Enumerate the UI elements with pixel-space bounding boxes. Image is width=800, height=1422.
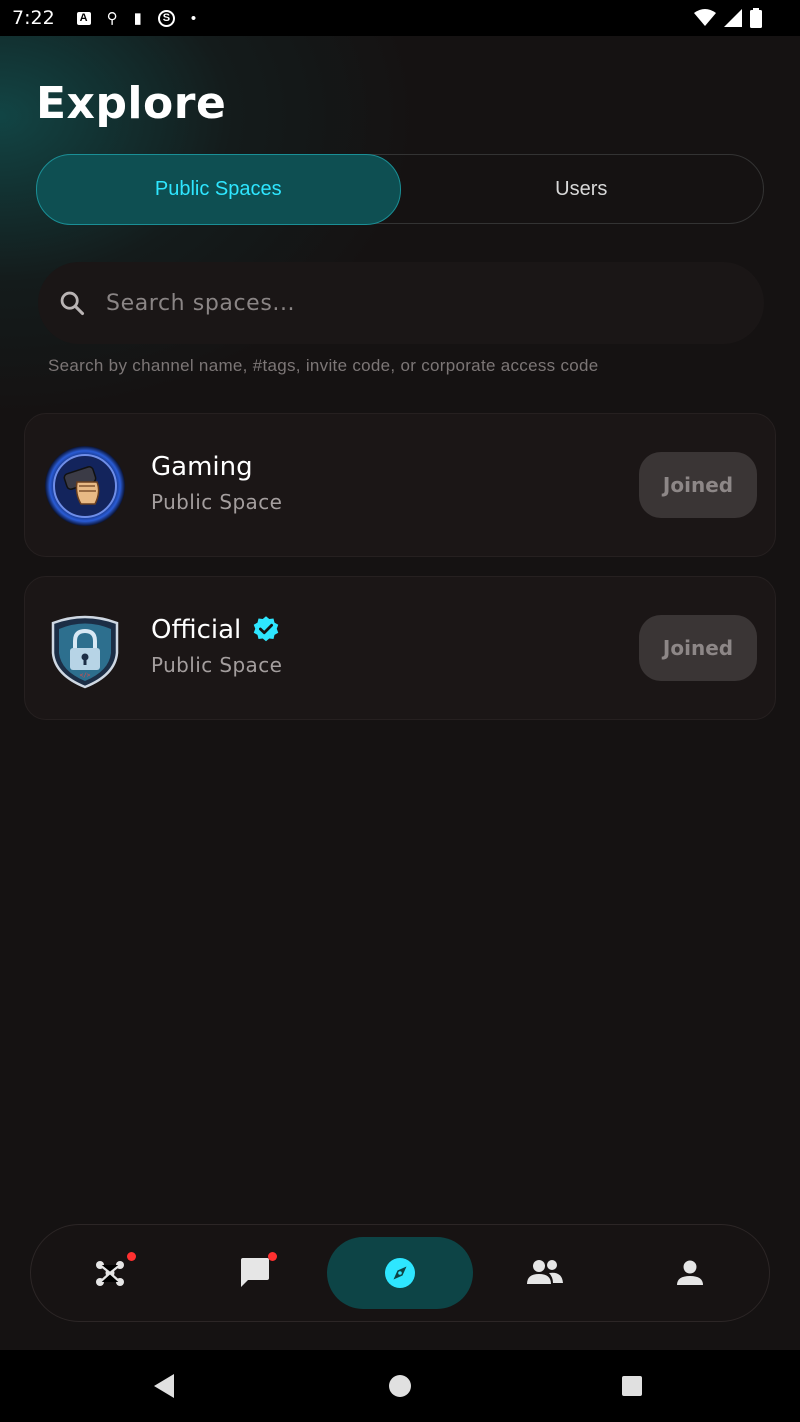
network-badge — [127, 1252, 136, 1261]
back-icon[interactable] — [152, 1372, 176, 1400]
search-icon — [60, 291, 85, 316]
joined-button[interactable]: Joined — [639, 615, 757, 681]
svg-text:</>: </> — [80, 672, 91, 679]
status-bar: 7:22 A ⚲ ▮ S • — [0, 0, 800, 36]
recents-icon[interactable] — [621, 1375, 643, 1397]
page-title: Explore — [36, 78, 227, 129]
explore-screen: Explore Public Spaces Users Search by ch… — [0, 36, 800, 1350]
location-icon: ⚲ — [106, 9, 118, 27]
s-app-icon: S — [157, 9, 175, 27]
space-type: Public Space — [151, 490, 283, 514]
sd-card-icon: ▮ — [133, 9, 142, 27]
joined-button[interactable]: Joined — [639, 452, 757, 518]
search-hint: Search by channel name, #tags, invite co… — [48, 356, 599, 375]
brett-tech-lock-shield-icon: </> — [51, 615, 119, 689]
space-name-text: Official — [151, 615, 242, 645]
explore-tabs: Public Spaces Users — [35, 153, 764, 225]
nav-network[interactable] — [37, 1237, 183, 1309]
group-icon — [527, 1260, 563, 1284]
gaming-fist-controller-icon — [45, 446, 125, 526]
space-name: Official — [151, 615, 281, 645]
signal-icon — [724, 9, 742, 27]
system-status-icons — [694, 8, 762, 28]
home-icon[interactable] — [388, 1374, 412, 1398]
nav-profile[interactable] — [617, 1237, 763, 1309]
space-name-text: Gaming — [151, 452, 253, 482]
wifi-icon — [694, 9, 716, 26]
space-type: Public Space — [151, 653, 283, 677]
chat-icon — [241, 1258, 269, 1287]
verified-badge-icon — [254, 616, 279, 642]
nav-chat[interactable] — [182, 1237, 328, 1309]
search-input[interactable] — [106, 290, 686, 316]
space-name: Gaming — [151, 452, 253, 482]
bottom-nav — [30, 1224, 770, 1322]
dot-icon: • — [190, 9, 197, 27]
nav-explore[interactable] — [327, 1237, 473, 1309]
system-navigation-bar — [0, 1350, 800, 1422]
search-bar[interactable] — [38, 262, 764, 344]
notification-icons: A ⚲ ▮ S • — [76, 9, 197, 27]
compass-icon — [385, 1258, 415, 1288]
tab-public-spaces[interactable]: Public Spaces — [35, 153, 401, 225]
chat-badge — [268, 1252, 277, 1261]
status-time: 7:22 — [12, 7, 55, 29]
network-icon — [96, 1261, 124, 1286]
battery-icon — [750, 8, 762, 28]
space-card-gaming[interactable]: Gaming Public Space Joined — [24, 413, 776, 557]
space-card-official[interactable]: </> Official Public Space Joined — [24, 576, 776, 720]
tab-users[interactable]: Users — [400, 155, 764, 223]
a-notification-icon: A — [76, 11, 91, 25]
profile-icon — [677, 1260, 703, 1285]
nav-friends[interactable] — [472, 1237, 618, 1309]
